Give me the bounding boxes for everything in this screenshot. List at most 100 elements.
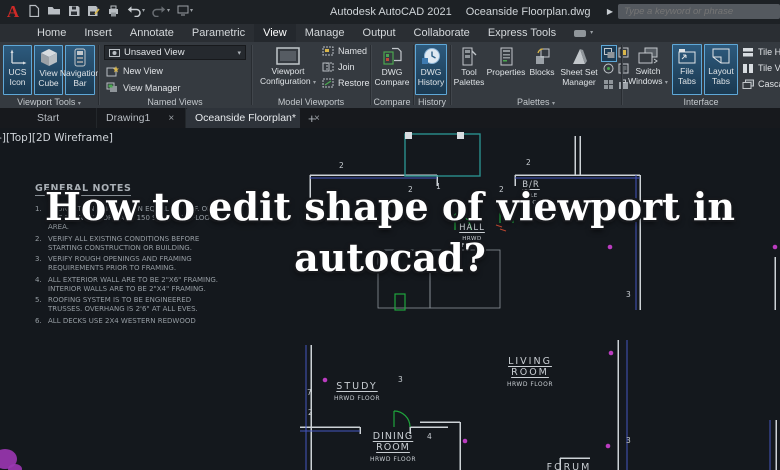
join-viewports-button[interactable]: Join <box>322 62 355 72</box>
join-viewports-icon <box>322 62 334 72</box>
panel-label-model-viewports: Model Viewports <box>277 97 345 107</box>
tab-home[interactable]: Home <box>28 24 75 42</box>
ucs-axes-icon <box>10 49 26 65</box>
floorplan-linework: 2 2 1 2 2 3 7 2 3 4 3 <box>0 132 778 470</box>
switch-windows-icon <box>638 47 658 64</box>
tile-horizontally-button[interactable]: Tile Horizontally <box>742 47 780 57</box>
tab-collaborate[interactable]: Collaborate <box>405 24 479 42</box>
switch-windows-button[interactable]: Switch Windows ▾ <box>626 45 670 93</box>
redo-dropdown-icon[interactable]: ▾ <box>167 8 170 14</box>
navigation-bar-icon <box>74 48 86 67</box>
file-tabs-button[interactable]: File Tabs <box>672 44 702 95</box>
properties-icon <box>500 47 512 66</box>
tab-annotate[interactable]: Annotate <box>121 24 183 42</box>
properties-button[interactable]: Properties <box>487 45 525 93</box>
room-label-living-room: LIVING ROOM HRWD FLOOR <box>506 356 554 388</box>
drawing-canvas[interactable]: [-][Top][2D Wireframe] GENERAL NOTES FOU… <box>0 128 780 470</box>
autocad-window: A ▾ ▾ ▾ Autodesk AutoCAD 2021 Oceanside … <box>0 0 780 470</box>
tile-horizontally-icon <box>743 48 753 57</box>
panel-palettes: Tool Palettes Properties Blocks Sheet Se… <box>451 42 628 108</box>
file-tab-drawing1[interactable]: Drawing1 × <box>97 108 186 128</box>
plan-number: 3 <box>398 375 403 384</box>
ucs-icon-button[interactable]: UCS Icon <box>3 45 32 95</box>
tile-vertically-button[interactable]: Tile Vertically <box>742 63 780 73</box>
palette-grid-icon-1[interactable] <box>601 45 617 62</box>
blocks-icon <box>535 48 549 64</box>
view-cube-icon <box>40 49 57 66</box>
file-tab-start[interactable]: Start <box>28 108 97 128</box>
palette-grid-icon-5[interactable] <box>601 77 615 92</box>
viewport-configuration-icon <box>276 47 300 65</box>
restore-viewports-icon <box>322 78 334 88</box>
view-cube-button[interactable]: View Cube <box>34 45 63 95</box>
tab-parametric[interactable]: Parametric <box>183 24 254 42</box>
tab-output[interactable]: Output <box>354 24 405 42</box>
panel-label-interface: Interface <box>683 97 719 107</box>
named-viewports-button[interactable]: Named <box>322 46 367 56</box>
room-label-dining-room: DINING ROOM HRWD FLOOR <box>369 431 417 463</box>
sheet-set-manager-icon <box>573 49 587 64</box>
tool-palettes-button[interactable]: Tool Palettes <box>453 45 485 93</box>
cascade-button[interactable]: Cascade <box>742 79 780 89</box>
blocks-button[interactable]: Blocks <box>527 45 557 93</box>
save-icon[interactable] <box>68 5 80 17</box>
cascade-icon <box>742 79 754 89</box>
search-input[interactable] <box>618 4 780 19</box>
dwg-history-button[interactable]: DWG History <box>415 44 447 95</box>
unsaved-view-icon <box>109 48 120 57</box>
panel-model-viewports: Viewport Configuration ▾ Named Join Rest… <box>252 42 370 108</box>
plan-number: 4 <box>427 432 432 441</box>
new-file-icon[interactable] <box>28 4 40 17</box>
close-tab-icon[interactable]: × <box>168 113 174 124</box>
panel-label-named-views: Named Views <box>147 97 203 107</box>
view-dropdown[interactable]: Unsaved View ▾ <box>104 45 246 60</box>
sheet-set-manager-button[interactable]: Sheet Set Manager <box>559 45 599 93</box>
plan-number: 3 <box>626 290 631 299</box>
plot-icon[interactable] <box>107 5 120 17</box>
quick-access-toolbar: ▾ ▾ ▾ <box>28 4 193 17</box>
new-drawing-tab-button[interactable]: + <box>300 108 324 128</box>
open-folder-icon[interactable] <box>47 5 61 16</box>
tab-express-tools[interactable]: Express Tools <box>479 24 565 42</box>
named-viewports-icon <box>322 46 334 56</box>
file-tab-oceanside-floorplan[interactable]: Oceanside Floorplan* × <box>186 108 320 128</box>
tab-insert[interactable]: Insert <box>75 24 121 42</box>
ribbon-options-button[interactable]: ▾ <box>573 24 593 42</box>
plan-number: 2 <box>339 161 344 170</box>
palette-grid-icon-3[interactable] <box>601 61 615 76</box>
video-title-overlay: How to edit shape of viewport in autocad… <box>44 184 735 280</box>
viewport-configuration-button[interactable]: Viewport Configuration ▾ <box>256 45 320 93</box>
panel-label-compare: Compare <box>373 97 411 107</box>
title-bar: A ▾ ▾ ▾ Autodesk AutoCAD 2021 Oceanside … <box>0 0 780 24</box>
search-arrow-icon[interactable]: ▶ <box>607 7 613 16</box>
new-view-button[interactable]: New View <box>106 65 163 77</box>
ribbon: UCS Icon View Cube Navigation Bar Viewpo… <box>0 42 780 109</box>
panel-label-viewport-tools[interactable]: Viewport Tools ▾ <box>0 97 98 107</box>
tab-view[interactable]: View <box>254 24 296 42</box>
help-search: ▶ <box>607 4 780 19</box>
file-tab-bar: Start Drawing1 × Oceanside Floorplan* × … <box>0 108 780 128</box>
view-manager-button[interactable]: View Manager <box>106 82 180 94</box>
tab-manage[interactable]: Manage <box>296 24 354 42</box>
layout-tabs-button[interactable]: Layout Tabs <box>704 44 738 95</box>
panel-named-views: Unsaved View ▾ New View View Manager Nam… <box>99 42 251 108</box>
save-as-icon[interactable] <box>87 5 100 17</box>
panel-label-palettes[interactable]: Palettes ▾ <box>451 97 621 107</box>
panel-compare: DWG Compare Compare <box>371 42 413 108</box>
restore-viewports-button[interactable]: Restore <box>322 78 370 88</box>
autocad-logo-icon[interactable]: A <box>2 1 24 23</box>
window-title: Autodesk AutoCAD 2021 Oceanside Floorpla… <box>330 0 590 24</box>
dwg-compare-icon <box>382 47 402 65</box>
app-title: Autodesk AutoCAD 2021 <box>330 6 452 18</box>
undo-icon[interactable]: ▾ <box>127 5 145 17</box>
navigation-bar-button[interactable]: Navigation Bar <box>60 45 100 95</box>
document-title: Oceanside Floorplan.dwg <box>465 6 591 18</box>
plan-number: 3 <box>626 436 631 445</box>
workspace-icon[interactable]: ▾ <box>177 5 193 16</box>
dwg-compare-button[interactable]: DWG Compare <box>373 45 411 93</box>
layout-tabs-icon <box>712 48 730 64</box>
tile-vertically-icon <box>743 64 753 73</box>
redo-icon[interactable]: ▾ <box>152 5 170 17</box>
panel-label-history: History <box>417 97 446 107</box>
undo-dropdown-icon[interactable]: ▾ <box>142 8 145 14</box>
